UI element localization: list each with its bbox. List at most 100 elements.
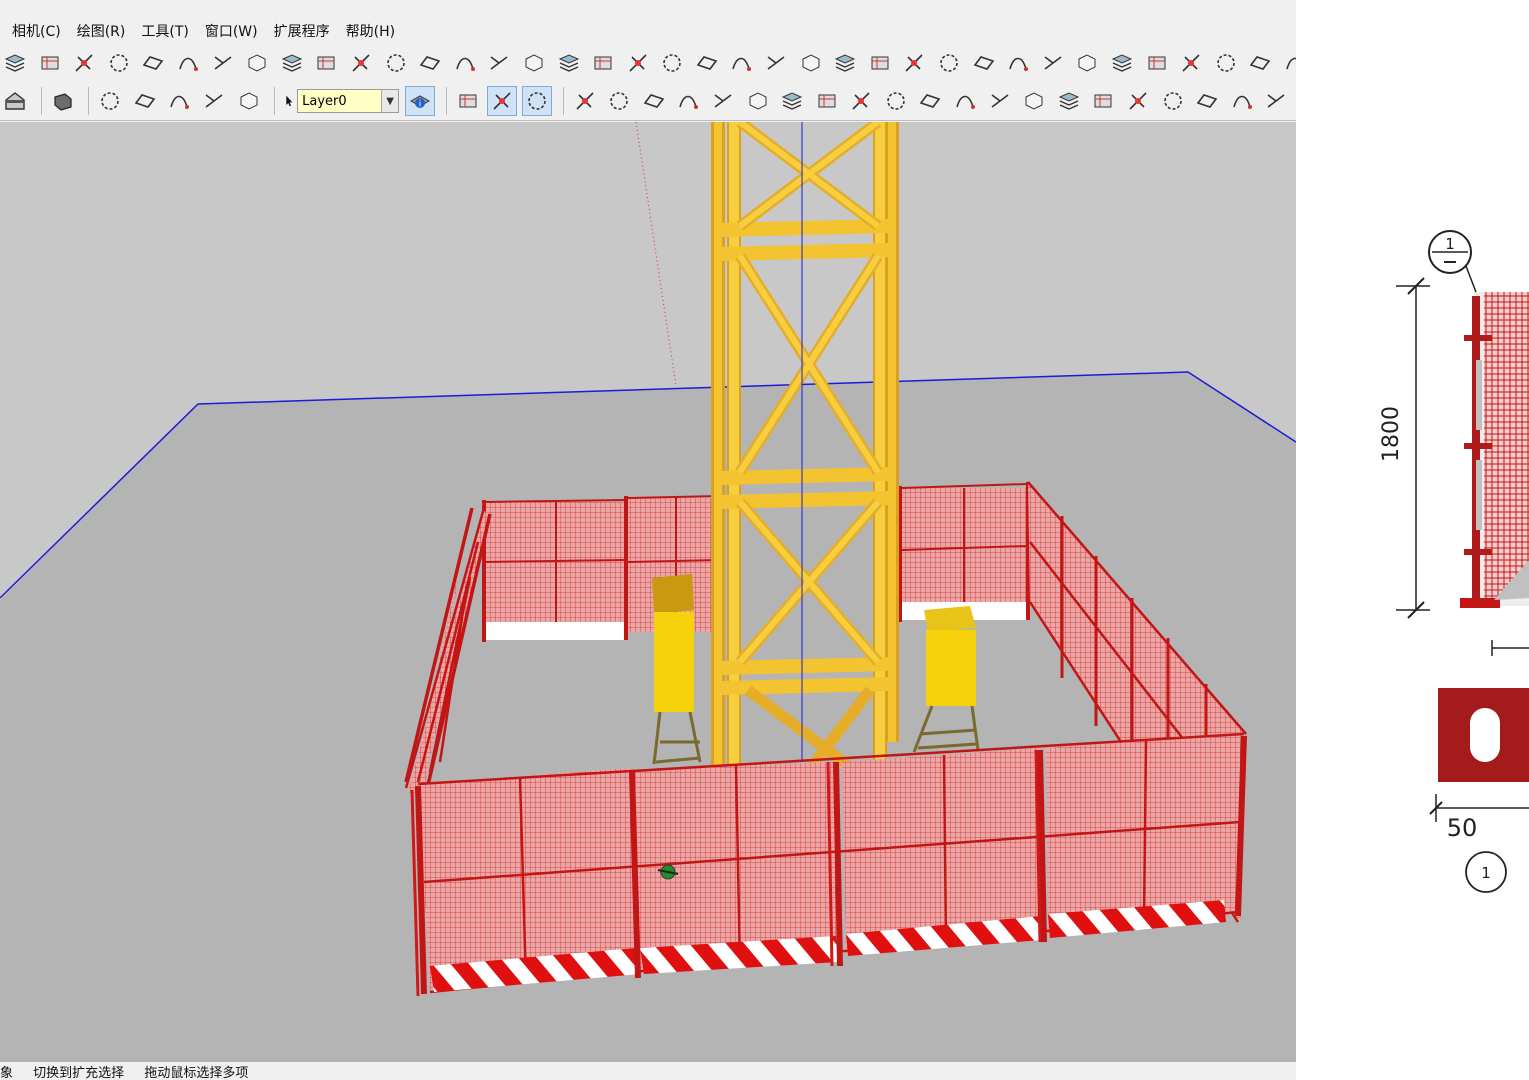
solid-icon[interactable] — [48, 86, 78, 116]
menu-tools[interactable]: 工具(T) — [141, 21, 188, 41]
truss-icon[interactable] — [830, 48, 860, 78]
panel-icon[interactable] — [1038, 48, 1068, 78]
box-tool-icon[interactable] — [570, 86, 600, 116]
eraser-icon[interactable] — [69, 48, 99, 78]
plane-icon[interactable] — [985, 86, 1015, 116]
flag-icon[interactable] — [1072, 48, 1102, 78]
menu-bar: 相机(C) 绘图(R) 工具(T) 窗口(W) 扩展程序 帮助(H) — [0, 18, 1296, 44]
more-icon[interactable] — [1280, 48, 1296, 78]
layer-dropdown-value: Layer0 — [302, 93, 347, 109]
model-scene — [0, 122, 1296, 1062]
fence-icon[interactable] — [708, 86, 738, 116]
subtract-icon[interactable] — [130, 86, 160, 116]
roof-icon[interactable] — [554, 48, 584, 78]
line-icon[interactable] — [381, 48, 411, 78]
slope-icon[interactable] — [1003, 48, 1033, 78]
curve2-icon[interactable] — [881, 86, 911, 116]
shell-icon[interactable] — [1245, 48, 1275, 78]
3d-model-icon[interactable] — [1158, 86, 1188, 116]
height-dimension: 1800 — [1379, 406, 1404, 462]
corner-icon[interactable] — [415, 48, 445, 78]
toolbar-separator — [40, 87, 42, 115]
wall-icon[interactable] — [519, 48, 549, 78]
toolbar-bottom: Layer0 ▼ i — [0, 82, 1296, 121]
reference-drawing: 1 1800 50 1 — [1296, 0, 1529, 1080]
select-arrow-icon — [281, 86, 297, 116]
bucket-icon[interactable] — [1019, 86, 1049, 116]
hatch-icon[interactable] — [1176, 48, 1206, 78]
layer-manager-icon[interactable] — [35, 48, 65, 78]
menu-help[interactable]: 帮助(H) — [346, 21, 395, 41]
callout-label: 1 — [1445, 235, 1455, 253]
fence-detail-drawing: 1 1800 50 1 — [1379, 230, 1529, 893]
chevron-down-icon[interactable]: ▼ — [381, 90, 399, 112]
follow-me-icon[interactable] — [173, 48, 203, 78]
stripe-icon[interactable] — [1211, 48, 1241, 78]
split-solid-icon[interactable] — [199, 86, 229, 116]
union-icon[interactable] — [95, 86, 125, 116]
layer-info-icon[interactable]: i — [405, 86, 436, 116]
outer-shell-icon[interactable] — [234, 86, 264, 116]
sketchup-window: 相机(C) 绘图(R) 工具(T) 窗口(W) 扩展程序 帮助(H) Layer… — [0, 0, 1296, 1080]
arc3-icon[interactable] — [1261, 86, 1291, 116]
rail-icon[interactable] — [1142, 48, 1172, 78]
toolbar-separator — [88, 87, 90, 115]
layer-dropdown[interactable]: Layer0 ▼ — [297, 89, 400, 113]
menu-window[interactable]: 窗口(W) — [205, 21, 258, 41]
section-icon[interactable] — [521, 86, 552, 116]
xray-icon[interactable] — [487, 86, 518, 116]
menu-extensions[interactable]: 扩展程序 — [274, 21, 330, 41]
move-red-icon[interactable] — [1227, 86, 1257, 116]
facade-icon[interactable] — [1107, 48, 1137, 78]
trim-icon[interactable] — [164, 86, 194, 116]
cut2-icon[interactable] — [777, 86, 807, 116]
extrude-icon[interactable] — [639, 86, 669, 116]
scissor-icon[interactable] — [934, 48, 964, 78]
array-icon[interactable] — [673, 86, 703, 116]
bend-icon[interactable] — [812, 86, 842, 116]
path-icon[interactable] — [1054, 86, 1084, 116]
split-icon[interactable] — [969, 48, 999, 78]
triangle-icon[interactable] — [1192, 86, 1222, 116]
push-icon[interactable] — [899, 48, 929, 78]
grid-icon[interactable] — [657, 48, 687, 78]
surface-icon[interactable] — [604, 86, 634, 116]
window-icon[interactable] — [796, 48, 826, 78]
tower-crane-mast — [711, 122, 899, 798]
curve-icon[interactable] — [208, 48, 238, 78]
cube-red-icon[interactable] — [1123, 86, 1153, 116]
toolbar-separator — [445, 87, 447, 115]
column-icon[interactable] — [623, 48, 653, 78]
toolbar-top — [0, 44, 1296, 82]
solid-tools-group — [95, 86, 268, 116]
arc-icon[interactable] — [484, 48, 514, 78]
3d-box-icon[interactable] — [242, 48, 272, 78]
toolbar-separator — [562, 87, 564, 115]
offset-icon[interactable] — [138, 48, 168, 78]
menu-draw[interactable]: 绘图(R) — [77, 21, 126, 41]
stair-icon[interactable] — [726, 48, 756, 78]
paint-icon[interactable] — [588, 48, 618, 78]
3d-viewport[interactable] — [0, 122, 1296, 1062]
layers-icon[interactable] — [0, 48, 30, 78]
cut-icon[interactable] — [277, 48, 307, 78]
intersect-icon[interactable] — [311, 48, 341, 78]
axes-icon[interactable] — [453, 86, 483, 116]
angle-icon[interactable] — [450, 48, 480, 78]
arc2-icon[interactable] — [950, 86, 980, 116]
home-icon[interactable] — [0, 86, 30, 116]
status-hint-prefix: 象 — [0, 1066, 14, 1080]
red-axis-line — [635, 122, 677, 387]
status-bar: 象 切换到扩充选择 拖动鼠标选择多项 — [0, 1062, 1296, 1080]
door-icon[interactable] — [761, 48, 791, 78]
check-icon[interactable] — [846, 86, 876, 116]
hand-icon[interactable] — [692, 48, 722, 78]
check2-icon[interactable] — [915, 86, 945, 116]
drill-icon[interactable] — [865, 48, 895, 78]
rotate-icon[interactable] — [104, 48, 134, 78]
arrow-icon[interactable] — [346, 48, 376, 78]
menu-camera[interactable]: 相机(C) — [12, 21, 61, 41]
angle2-icon[interactable] — [1088, 86, 1118, 116]
width-dimension: 50 — [1447, 814, 1478, 842]
panel2-icon[interactable] — [743, 86, 773, 116]
